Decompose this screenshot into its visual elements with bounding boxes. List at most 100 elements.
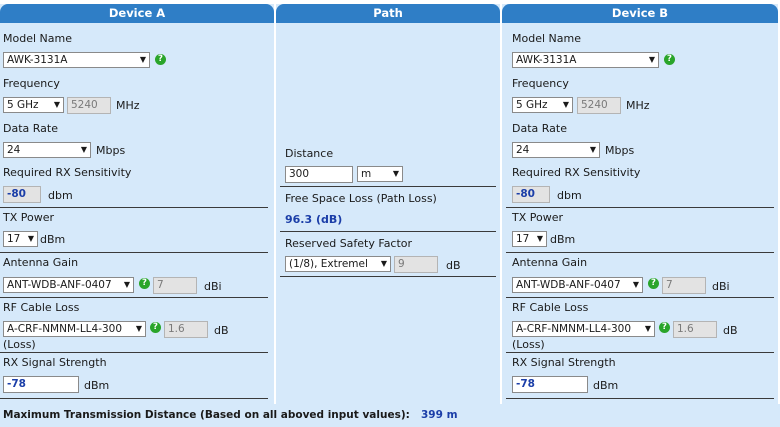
help-icon[interactable]: ? xyxy=(664,54,675,65)
cable-value: A-CRF-NMNM-LL4-300 xyxy=(516,323,632,335)
distance-unit-select[interactable]: m ▼ xyxy=(357,166,403,182)
rx-sensitivity-label: Required RX Sensitivity xyxy=(3,166,132,179)
frequency-unit: MHz xyxy=(116,99,140,112)
frequency-select[interactable]: 5 GHz ▼ xyxy=(3,97,64,113)
rx-signal-label: RX Signal Strength xyxy=(512,356,616,369)
help-icon[interactable]: ? xyxy=(648,278,659,289)
rx-sensitivity-unit: dbm xyxy=(48,189,73,202)
antenna-gain-field[interactable]: 7 xyxy=(662,277,706,294)
rx-signal-field[interactable]: -78 xyxy=(3,376,79,393)
antenna-gain-label: Antenna Gain xyxy=(3,256,79,269)
cable-loss-field[interactable]: 1.6 xyxy=(164,321,208,338)
rx-sensitivity-field[interactable]: -80 xyxy=(3,186,41,203)
tx-power-select[interactable]: 17 ▼ xyxy=(3,231,38,247)
divider xyxy=(0,297,268,298)
safety-factor-select[interactable]: (1/8), Extremel ▼ xyxy=(285,256,391,272)
model-value: AWK-3131A xyxy=(516,54,577,66)
safety-db-field[interactable]: 9 xyxy=(394,256,438,273)
cable-select[interactable]: A-CRF-NMNM-LL4-300 ▼ xyxy=(512,321,655,337)
cable-loss-unit: dB xyxy=(214,324,229,337)
data-rate-label: Data Rate xyxy=(3,122,58,135)
distance-unit-value: m xyxy=(361,168,372,180)
distance-label: Distance xyxy=(285,147,334,160)
data-rate-unit: Mbps xyxy=(605,144,635,157)
channel-field[interactable]: 5240 xyxy=(577,97,621,114)
path-header: Path xyxy=(276,4,500,23)
cable-loss-field[interactable]: 1.6 xyxy=(673,321,717,338)
safety-db-unit: dB xyxy=(446,259,461,272)
tx-power-select[interactable]: 17 ▼ xyxy=(512,231,547,247)
help-icon[interactable]: ? xyxy=(150,322,161,333)
data-rate-unit: Mbps xyxy=(96,144,126,157)
data-rate-select[interactable]: 24 ▼ xyxy=(512,142,600,158)
help-icon[interactable]: ? xyxy=(139,278,150,289)
antenna-gain-unit: dBi xyxy=(712,280,730,293)
help-icon[interactable]: ? xyxy=(155,54,166,65)
max-distance-label: Maximum Transmission Distance (Based on … xyxy=(3,409,410,421)
max-distance-value: 399 m xyxy=(421,409,458,421)
tx-power-value: 17 xyxy=(516,233,530,245)
tx-power-unit: dBm xyxy=(550,233,576,246)
tx-power-label: TX Power xyxy=(512,211,564,224)
chevron-down-icon: ▼ xyxy=(589,145,596,154)
rx-sensitivity-label: Required RX Sensitivity xyxy=(512,166,641,179)
data-rate-label: Data Rate xyxy=(512,122,567,135)
device-a-panel: Device A Model Name AWK-3131A ▼ ? Frequen… xyxy=(0,4,274,404)
model-select[interactable]: AWK-3131A ▼ xyxy=(3,52,150,68)
antenna-gain-field[interactable]: 7 xyxy=(153,277,197,294)
channel-field[interactable]: 5240 xyxy=(67,97,111,114)
chevron-down-icon: ▼ xyxy=(27,234,34,243)
chevron-down-icon: ▼ xyxy=(562,100,569,109)
chevron-down-icon: ▼ xyxy=(80,145,87,154)
frequency-value: 5 GHz xyxy=(516,99,548,111)
divider xyxy=(0,207,268,208)
antenna-gain-label: Antenna Gain xyxy=(512,256,588,269)
help-icon[interactable]: ? xyxy=(659,322,670,333)
data-rate-value: 24 xyxy=(7,144,21,156)
divider xyxy=(506,398,774,399)
cable-loss-label: RF Cable Loss xyxy=(3,301,80,314)
result-bar: Maximum Transmission Distance (Based on … xyxy=(0,404,780,427)
chevron-down-icon: ▼ xyxy=(53,100,60,109)
frequency-value: 5 GHz xyxy=(7,99,39,111)
frequency-select[interactable]: 5 GHz ▼ xyxy=(512,97,573,113)
free-space-loss-label: Free Space Loss (Path Loss) xyxy=(285,192,437,205)
divider xyxy=(280,276,496,277)
tx-power-unit: dBm xyxy=(40,233,66,246)
model-label: Model Name xyxy=(512,32,581,45)
rx-signal-field[interactable]: -78 xyxy=(512,376,588,393)
data-rate-select[interactable]: 24 ▼ xyxy=(3,142,91,158)
divider xyxy=(506,252,774,253)
model-select[interactable]: AWK-3131A ▼ xyxy=(512,52,659,68)
rx-sensitivity-field[interactable]: -80 xyxy=(512,186,550,203)
safety-factor-value: (1/8), Extremel xyxy=(289,258,368,270)
divider xyxy=(506,207,774,208)
model-value: AWK-3131A xyxy=(7,54,68,66)
model-label: Model Name xyxy=(3,32,72,45)
chevron-down-icon: ▼ xyxy=(536,234,543,243)
divider xyxy=(506,352,774,353)
antenna-value: ANT-WDB-ANF-0407 xyxy=(7,279,112,291)
chevron-down-icon: ▼ xyxy=(139,55,146,64)
divider xyxy=(0,252,268,253)
cable-select[interactable]: A-CRF-NMNM-LL4-300 ▼ xyxy=(3,321,146,337)
data-rate-value: 24 xyxy=(516,144,530,156)
cable-loss-unit: dB xyxy=(723,324,738,337)
frequency-label: Frequency xyxy=(512,77,569,90)
antenna-select[interactable]: ANT-WDB-ANF-0407 ▼ xyxy=(3,277,134,293)
antenna-select[interactable]: ANT-WDB-ANF-0407 ▼ xyxy=(512,277,643,293)
divider xyxy=(280,231,496,232)
divider xyxy=(280,186,496,187)
safety-factor-label: Reserved Safety Factor xyxy=(285,237,413,250)
distance-field[interactable]: 300 xyxy=(285,166,353,183)
chevron-down-icon: ▼ xyxy=(123,280,130,289)
antenna-gain-unit: dBi xyxy=(204,280,222,293)
chevron-down-icon: ▼ xyxy=(632,280,639,289)
device-b-header: Device B xyxy=(502,4,778,23)
chevron-down-icon: ▼ xyxy=(135,324,142,333)
free-space-loss-value: 96.3 (dB) xyxy=(285,213,343,226)
divider xyxy=(506,297,774,298)
chevron-down-icon: ▼ xyxy=(380,259,387,268)
antenna-value: ANT-WDB-ANF-0407 xyxy=(516,279,621,291)
chevron-down-icon: ▼ xyxy=(392,169,399,178)
